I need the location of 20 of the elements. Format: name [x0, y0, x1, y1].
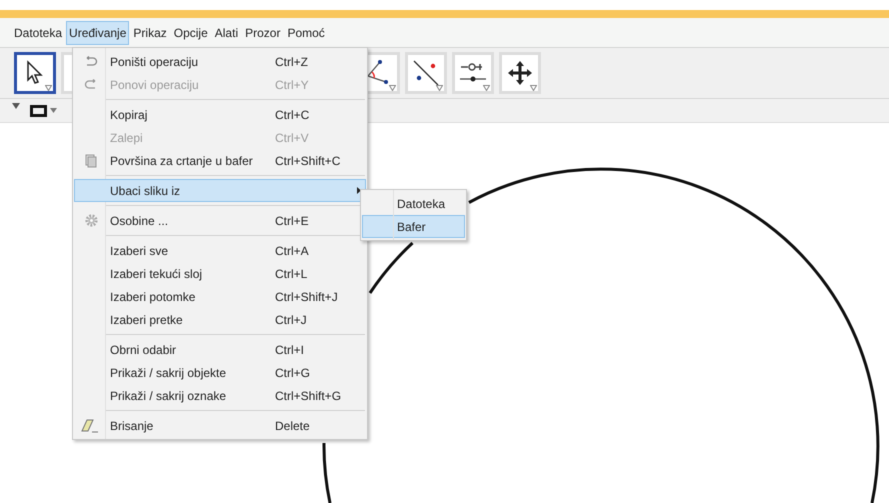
menu-item[interactable]: Uređivanje — [66, 20, 130, 44]
menu-item[interactable]: Izaberi tekući sloj Ctrl+L — [74, 262, 366, 285]
menu-item[interactable]: Bafer — [362, 215, 465, 238]
menu-item[interactable]: Prikaži / sakrij objekte Ctrl+G — [74, 361, 366, 384]
menu-item[interactable]: Izaberi potomke Ctrl+Shift+J — [74, 285, 366, 308]
menu-item[interactable]: Datoteka — [11, 20, 66, 44]
menu-item[interactable]: Opcije — [170, 20, 211, 44]
menu-item[interactable]: Alati — [212, 20, 242, 44]
menu-item[interactable]: Ubaci sliku iz — [74, 179, 366, 202]
menu-item[interactable]: Prikaži / sakrij oznake Ctrl+Shift+G — [74, 384, 366, 407]
menu-item[interactable]: Kopiraj Ctrl+C — [74, 103, 366, 126]
menu-item[interactable]: Prikaz — [130, 20, 170, 44]
menu-item[interactable]: Pomoć — [284, 20, 328, 44]
menu-item[interactable]: Prozor — [242, 20, 284, 44]
menu-item[interactable]: Poništi operaciju Ctrl+Z — [74, 50, 366, 73]
menu-item[interactable]: Površina za crtanje u bafer Ctrl+Shift+C — [74, 149, 366, 172]
menu-item[interactable]: Izaberi sve Ctrl+A — [74, 239, 366, 262]
menu-item[interactable]: Obrni odabir Ctrl+I — [74, 338, 366, 361]
menu-item[interactable]: Brisanje Delete — [74, 414, 366, 437]
menu-item[interactable]: Izaberi pretke Ctrl+J — [74, 308, 366, 331]
